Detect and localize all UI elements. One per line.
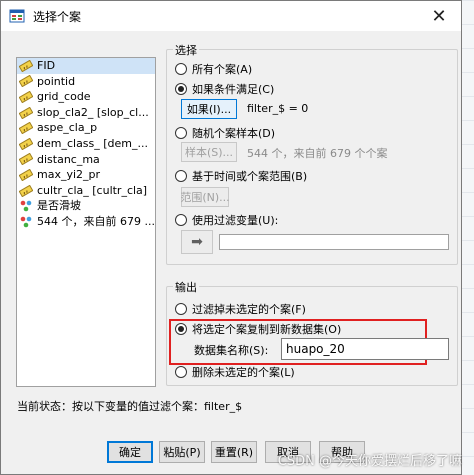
radio-time-range-label: 基于时间或个案范围(B): [192, 170, 308, 183]
variable-label: max_yi2_pr: [37, 168, 101, 182]
radio-time-range-button[interactable]: [175, 170, 187, 182]
range-button[interactable]: 范围(N)...: [180, 187, 230, 207]
radio-filter-out[interactable]: 过滤掉未选定的个案(F): [175, 301, 306, 317]
variable-item[interactable]: pointid: [17, 74, 155, 90]
variable-item[interactable]: 是否滑坡: [17, 198, 155, 214]
ruler-icon: [18, 121, 34, 135]
variable-label: 544 个，来自前 679 ...: [37, 214, 155, 228]
range-button-label: 范围(N)...: [180, 191, 230, 204]
radio-delete-unselected[interactable]: 删除未选定的个案(L): [175, 364, 295, 380]
radio-filter-out-label: 过滤掉未选定的个案(F): [192, 303, 306, 316]
variable-label: cultr_cla_ [cultr_cla]: [37, 183, 148, 197]
radio-if-condition-button[interactable]: [175, 83, 187, 95]
radio-all-cases-label: 所有个案(A): [192, 63, 253, 76]
ok-button[interactable]: 确定: [107, 441, 153, 463]
radio-copy-to-dataset-button[interactable]: [175, 323, 187, 335]
radio-delete-unselected-button[interactable]: [175, 366, 187, 378]
variable-label: 是否滑坡: [37, 199, 81, 213]
variable-label: distanc_ma: [37, 152, 100, 166]
select-cases-icon: [9, 9, 25, 23]
radio-filter-variable-button[interactable]: [175, 214, 187, 226]
ruler-icon: [18, 75, 34, 88]
select-group-legend: 选择: [173, 42, 199, 58]
ruler-icon: [18, 184, 34, 197]
reset-button-label: 重置(R): [214, 446, 254, 459]
dataset-name-input[interactable]: huapo_20: [281, 338, 449, 360]
variable-list[interactable]: FID pointid grid_code slop_cla2_ [slop_cl..…: [16, 57, 156, 387]
paste-button[interactable]: 粘贴(P): [159, 441, 205, 463]
variable-item[interactable]: FID: [17, 58, 155, 74]
variable-label: aspe_cla_p: [37, 121, 98, 135]
variable-label: slop_cla2_ [slop_cl...: [37, 105, 149, 119]
move-variable-button[interactable]: ➡: [181, 230, 213, 254]
if-button[interactable]: 如果(I)...: [181, 99, 237, 119]
variable-item[interactable]: slop_cla2_ [slop_cl...: [17, 105, 155, 121]
close-icon: ✕: [431, 5, 447, 27]
arrow-right-icon: ➡: [191, 234, 203, 250]
radio-random-sample-button[interactable]: [175, 127, 187, 139]
dataset-name-value: huapo_20: [286, 342, 345, 356]
radio-time-range[interactable]: 基于时间或个案范围(B): [175, 168, 307, 184]
ruler-icon: [18, 106, 34, 119]
radio-random-sample[interactable]: 随机个案样本(D): [175, 125, 275, 141]
sample-button-label: 样本(S)...: [184, 146, 234, 159]
nominal-icon: [19, 216, 33, 228]
radio-all-cases-button[interactable]: [175, 63, 187, 75]
variable-item[interactable]: max_yi2_pr: [17, 167, 155, 183]
reset-button[interactable]: 重置(R): [211, 441, 257, 463]
ruler-icon: [18, 59, 34, 73]
ruler-icon: [18, 153, 34, 166]
ruler-icon: [18, 168, 34, 182]
sample-value: 544 个，来自前 679 个个案: [247, 147, 388, 160]
variable-item[interactable]: distanc_ma: [17, 152, 155, 168]
radio-if-condition[interactable]: 如果条件满足(C): [175, 81, 274, 97]
sample-button[interactable]: 样本(S)...: [181, 142, 237, 162]
filter-variable-field[interactable]: [219, 234, 449, 250]
radio-all-cases[interactable]: 所有个案(A): [175, 61, 252, 77]
variable-label: grid_code: [37, 90, 91, 104]
variable-label: FID: [37, 59, 56, 72]
if-button-label: 如果(I)...: [186, 103, 232, 116]
watermark: CSDN @今天你爱摆烂后移了嘛: [277, 454, 462, 469]
ruler-icon: [18, 137, 34, 151]
radio-if-condition-label: 如果条件满足(C): [192, 83, 275, 96]
variable-item[interactable]: grid_code: [17, 89, 155, 105]
variable-item[interactable]: aspe_cla_p: [17, 120, 155, 136]
radio-filter-out-button[interactable]: [175, 303, 187, 315]
ok-button-label: 确定: [119, 446, 141, 459]
variable-label: dem_class_ [dem_...: [37, 136, 149, 150]
if-condition-value: filter_$ = 0: [247, 102, 309, 115]
variable-item[interactable]: cultr_cla_ [cultr_cla]: [17, 183, 155, 199]
dataset-name-label: 数据集名称(S):: [194, 344, 269, 357]
nominal-icon: [19, 200, 33, 212]
variable-item[interactable]: dem_class_ [dem_...: [17, 136, 155, 152]
ruler-icon: [18, 90, 34, 104]
select-cases-dialog: 选择个案 ✕ FID pointid grid_code slop_cla2_ [sl…: [0, 0, 462, 475]
radio-delete-unselected-label: 删除未选定的个案(L): [192, 366, 295, 379]
window-title: 选择个案: [33, 9, 82, 24]
variable-item[interactable]: 544 个，来自前 679 ...: [17, 214, 155, 230]
paste-button-label: 粘贴(P): [163, 446, 201, 459]
radio-copy-to-dataset-label: 将选定个案复制到新数据集(O): [192, 323, 342, 336]
variable-label: pointid: [37, 74, 76, 88]
radio-filter-variable[interactable]: 使用过滤变量(U):: [175, 212, 278, 228]
status-text: 当前状态：按以下变量的值过滤个案：filter_$: [17, 400, 243, 413]
radio-random-sample-label: 随机个案样本(D): [192, 127, 276, 140]
output-group-legend: 输出: [173, 279, 199, 295]
radio-copy-to-dataset[interactable]: 将选定个案复制到新数据集(O): [175, 321, 341, 337]
close-button[interactable]: ✕: [417, 1, 461, 31]
radio-filter-variable-label: 使用过滤变量(U):: [192, 214, 279, 227]
title-bar: 选择个案 ✕: [1, 1, 461, 31]
